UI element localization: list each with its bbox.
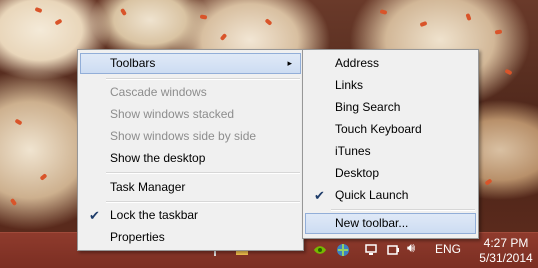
network-icon[interactable] [364,243,378,257]
toolbars-submenu: Address Links Bing Search Touch Keyboard… [302,49,479,239]
toolbar-item-quick-launch[interactable]: ✔ Quick Launch [306,185,475,206]
toolbar-item-bing-search[interactable]: Bing Search [306,97,475,118]
menu-separator [106,172,300,174]
menu-item-lock-taskbar[interactable]: ✔ Lock the taskbar [81,205,300,226]
wallpaper-sprinkle [484,178,493,186]
toolbar-item-itunes[interactable]: iTunes [306,141,475,162]
power-icon[interactable] [386,243,400,257]
wallpaper-sprinkle [465,13,472,21]
toolbar-item-new-toolbar[interactable]: New toolbar... [305,213,476,234]
wallpaper-sprinkle [494,29,503,35]
menu-separator [331,209,475,211]
network-share-icon[interactable] [335,243,351,257]
menu-item-label: Cascade windows [110,85,207,99]
language-indicator[interactable]: ENG [435,242,461,256]
toolbar-item-desktop[interactable]: Desktop [306,163,475,184]
menu-item-label: Touch Keyboard [335,122,422,136]
submenu-arrow-icon: ▸ [287,58,292,68]
checkmark-icon: ✔ [314,188,325,203]
toolbar-item-touch-keyboard[interactable]: Touch Keyboard [306,119,475,140]
wallpaper-sprinkle [9,197,18,207]
wallpaper-sprinkle [379,9,388,15]
menu-item-label: Task Manager [110,180,186,194]
menu-item-label: Properties [110,230,165,244]
toolbar-item-links[interactable]: Links [306,75,475,96]
menu-item-show-windows-stacked[interactable]: Show windows stacked [81,104,300,125]
menu-separator [106,78,300,80]
menu-item-label: Toolbars [110,56,156,70]
nvidia-icon[interactable] [312,243,328,257]
menu-item-label: Quick Launch [335,188,409,202]
wallpaper-sprinkle [504,68,513,76]
menu-item-label: New toolbar... [335,216,409,230]
menu-item-cascade-windows[interactable]: Cascade windows [81,82,300,103]
wallpaper-sprinkle [419,20,428,28]
menu-item-show-desktop[interactable]: Show the desktop [81,148,300,169]
menu-item-label: Desktop [335,166,380,180]
wallpaper-sprinkle [120,7,127,17]
toolbar-item-address[interactable]: Address [306,53,475,74]
wallpaper-sprinkle [54,18,63,26]
wallpaper-sprinkle [34,6,43,14]
checkmark-icon: ✔ [89,208,100,223]
menu-separator [106,201,300,203]
menu-item-label: Links [335,78,364,92]
clock-date: 5/31/2014 [479,251,533,265]
volume-icon[interactable]: 🔊︎ [407,241,415,256]
menu-item-toolbars[interactable]: Toolbars ▸ [80,53,301,74]
clock[interactable]: 4:27 PM 5/31/2014 [476,236,536,266]
wallpaper-sprinkle [39,173,48,181]
menu-item-label: iTunes [335,144,371,158]
menu-item-label: Lock the taskbar [110,208,199,222]
menu-item-label: Show windows stacked [110,107,235,121]
wallpaper-sprinkle [264,18,273,26]
taskbar-context-menu: Toolbars ▸ Cascade windows Show windows … [77,49,304,251]
menu-item-task-manager[interactable]: Task Manager [81,177,300,198]
menu-item-label: Address [335,56,380,70]
wallpaper-sprinkle [199,14,208,20]
wallpaper-sprinkle [14,118,23,126]
menu-item-show-windows-side-by-side[interactable]: Show windows side by side [81,126,300,147]
menu-item-label: Show windows side by side [110,129,257,143]
menu-item-properties[interactable]: Properties [81,227,300,248]
wallpaper-sprinkle [219,33,228,41]
menu-item-label: Show the desktop [110,151,206,165]
clock-time: 4:27 PM [483,236,529,250]
menu-item-label: Bing Search [335,100,401,114]
